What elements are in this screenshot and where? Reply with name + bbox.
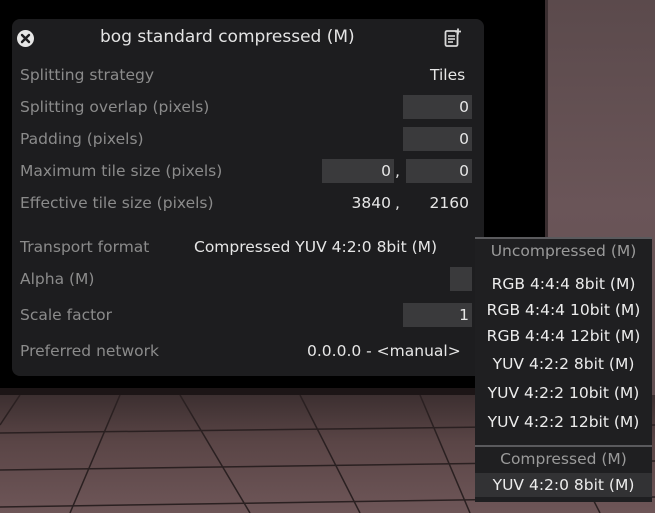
panel-title: bog standard compressed (M): [100, 27, 355, 47]
preferred-network-select[interactable]: 0.0.0.0 - <manual>: [307, 342, 461, 360]
row-effective-tile-size: Effective tile size (pixels) 3840 , 2160: [12, 189, 484, 219]
row-scale-factor: Scale factor 1: [12, 301, 484, 331]
max-tile-height-input[interactable]: 0: [406, 159, 472, 183]
document-add-icon[interactable]: [444, 28, 462, 52]
max-tile-size-label: Maximum tile size (pixels): [20, 162, 223, 180]
effective-tile-size-separator: ,: [395, 194, 400, 212]
dropdown-group-uncompressed: Uncompressed (M): [475, 237, 652, 263]
effective-tile-width: 3840: [351, 194, 391, 212]
close-icon[interactable]: [17, 30, 34, 47]
splitting-strategy-select[interactable]: Tiles: [430, 66, 465, 84]
dropdown-option[interactable]: YUV 4:2:2 8bit (M): [475, 352, 652, 376]
max-tile-width-input[interactable]: 0: [322, 159, 394, 183]
scale-factor-label: Scale factor: [20, 306, 113, 324]
splitting-overlap-label: Splitting overlap (pixels): [20, 98, 210, 116]
scale-factor-input[interactable]: 1: [403, 303, 472, 327]
dropdown-option[interactable]: YUV 4:2:2 10bit (M): [475, 381, 652, 405]
transport-format-label: Transport format: [20, 238, 150, 256]
dropdown-option[interactable]: RGB 4:4:4 12bit (M): [475, 324, 652, 348]
effective-tile-size-label: Effective tile size (pixels): [20, 194, 214, 212]
row-alpha: Alpha (M): [12, 265, 484, 295]
row-max-tile-size: Maximum tile size (pixels) 0 , 0: [12, 157, 484, 187]
panel-header: bog standard compressed (M): [12, 19, 484, 59]
dropdown-group-compressed: Compressed (M): [475, 445, 652, 471]
dropdown-option[interactable]: RGB 4:4:4 10bit (M): [475, 298, 652, 322]
row-transport-format: Transport format Compressed YUV 4:2:0 8b…: [12, 233, 484, 263]
transport-format-dropdown: Uncompressed (M) RGB 4:4:4 8bit (M) RGB …: [475, 237, 652, 502]
splitting-strategy-label: Splitting strategy: [20, 66, 154, 84]
dropdown-option[interactable]: YUV 4:2:2 12bit (M): [475, 410, 652, 434]
padding-input[interactable]: 0: [403, 127, 472, 151]
row-splitting-strategy: Splitting strategy Tiles: [12, 61, 484, 91]
row-preferred-network: Preferred network 0.0.0.0 - <manual>: [12, 337, 484, 367]
dropdown-option-selected[interactable]: YUV 4:2:0 8bit (M): [475, 473, 652, 497]
row-padding: Padding (pixels) 0: [12, 125, 484, 155]
alpha-label: Alpha (M): [20, 270, 95, 288]
alpha-checkbox[interactable]: [450, 267, 472, 291]
splitting-overlap-input[interactable]: 0: [403, 95, 472, 119]
max-tile-size-separator: ,: [395, 162, 400, 180]
settings-panel: bog standard compressed (M) Splitting st…: [12, 19, 484, 376]
effective-tile-height: 2160: [429, 194, 469, 212]
transport-format-select[interactable]: Compressed YUV 4:2:0 8bit (M): [194, 238, 437, 256]
dropdown-option[interactable]: RGB 4:4:4 8bit (M): [475, 272, 652, 296]
row-splitting-overlap: Splitting overlap (pixels) 0: [12, 93, 484, 123]
preferred-network-label: Preferred network: [20, 342, 160, 360]
padding-label: Padding (pixels): [20, 130, 144, 148]
